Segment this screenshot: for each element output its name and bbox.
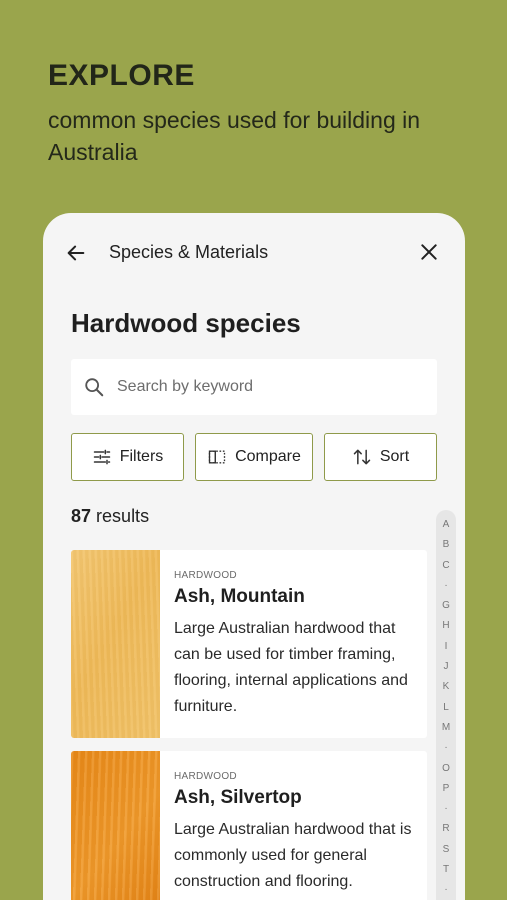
promo-subtitle: common species used for building in Aust… <box>48 107 421 165</box>
search-bar <box>71 359 437 415</box>
alphabet-index-letter[interactable]: R <box>436 819 456 839</box>
card-title: Ash, Mountain <box>174 586 305 607</box>
filters-button[interactable]: Filters <box>71 433 184 481</box>
species-card[interactable]: HARDWOOD Ash, Silvertop Large Australian… <box>71 751 427 900</box>
search-input[interactable] <box>117 359 427 415</box>
app-bar: Species & Materials <box>43 213 465 293</box>
results-number: 87 <box>71 506 92 526</box>
alphabet-index-letter[interactable]: P <box>436 779 456 799</box>
alphabet-index-letter[interactable]: T <box>436 860 456 880</box>
alphabet-index-letter[interactable]: A <box>436 515 456 535</box>
compare-button[interactable]: Compare <box>195 433 313 481</box>
alphabet-index-letter[interactable]: O <box>436 759 456 779</box>
alphabet-index-letter[interactable]: G <box>436 596 456 616</box>
sort-button[interactable]: Sort <box>324 433 437 481</box>
alphabet-index-letter[interactable]: C <box>436 556 456 576</box>
wood-sample-image <box>71 550 160 738</box>
promo-header: EXPLORE common species used for building… <box>48 58 488 168</box>
alphabet-index-letter[interactable]: K <box>436 677 456 697</box>
alphabet-index-letter[interactable]: · <box>436 738 456 758</box>
alphabet-index-letter[interactable]: · <box>436 799 456 819</box>
alphabet-index[interactable]: ABC·GHIJKLM·OP·RST·W <box>436 510 456 900</box>
card-category: HARDWOOD <box>174 771 237 782</box>
species-card[interactable]: HARDWOOD Ash, Mountain Large Australian … <box>71 550 427 738</box>
alphabet-index-letter[interactable]: · <box>436 880 456 900</box>
sliders-icon <box>93 449 110 465</box>
alphabet-index-letter[interactable]: H <box>436 616 456 636</box>
card-description: Large Australian hardwood that can be us… <box>174 620 408 715</box>
card-category: HARDWOOD <box>174 570 237 581</box>
card-title: Ash, Silvertop <box>174 787 302 808</box>
alphabet-index-letter[interactable]: · <box>436 576 456 596</box>
compare-icon <box>208 450 226 464</box>
alphabet-index-letter[interactable]: J <box>436 657 456 677</box>
alphabet-index-letter[interactable]: L <box>436 698 456 718</box>
search-icon <box>85 378 104 397</box>
sort-label: Sort <box>379 448 410 465</box>
results-count: 87 results <box>71 506 149 527</box>
promo-title: EXPLORE <box>48 59 195 92</box>
alphabet-index-letter[interactable]: M <box>436 718 456 738</box>
alphabet-index-letter[interactable]: S <box>436 840 456 860</box>
wood-sample-image <box>71 751 160 900</box>
page-title: Hardwood species <box>71 308 301 338</box>
close-icon[interactable] <box>419 242 439 262</box>
results-label: results <box>96 506 150 526</box>
arrow-left-icon[interactable] <box>65 242 87 264</box>
filters-label: Filters <box>119 448 164 465</box>
alphabet-index-letter[interactable]: B <box>436 535 456 555</box>
sort-arrows-icon <box>353 449 371 465</box>
alphabet-index-letter[interactable]: I <box>436 637 456 657</box>
app-bar-title: Species & Materials <box>109 242 269 262</box>
app-screen: Species & Materials Hardwood species Fil… <box>43 213 465 900</box>
compare-label: Compare <box>235 448 301 465</box>
card-description: Large Australian hardwood that is common… <box>174 821 412 890</box>
